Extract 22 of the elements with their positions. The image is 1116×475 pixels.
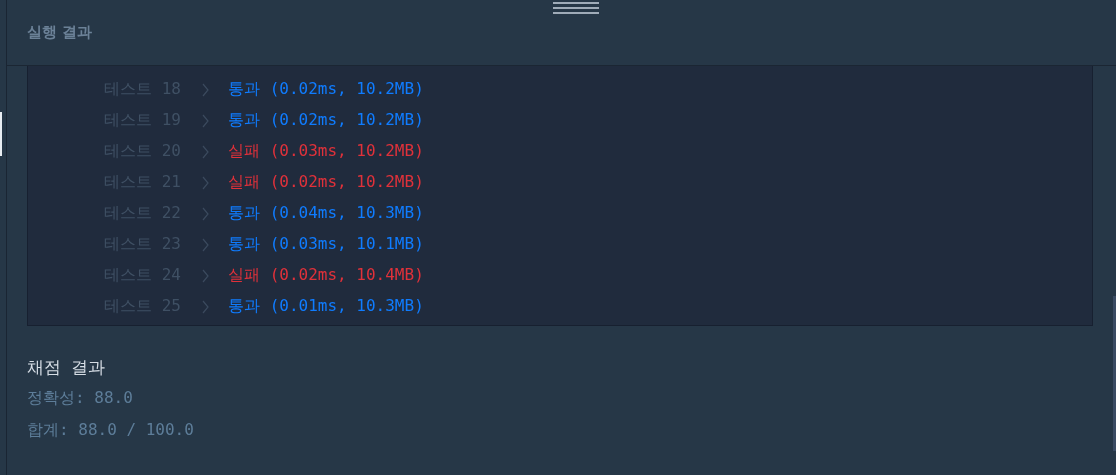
accuracy-text: 정확성: 88.0 [27,386,134,409]
score-title: 채점 결과 [27,356,107,379]
test-result: 실패 (0.03ms, 10.2MB) [228,141,424,162]
test-result: 실패 (0.02ms, 10.2MB) [228,172,424,193]
total-text: 합계: 88.0 / 100.0 [27,418,195,441]
chevron-icon [202,206,209,221]
chevron-icon [202,113,209,128]
test-result: 실패 (0.02ms, 10.4MB) [228,265,424,286]
chevron-icon [202,299,209,314]
edge-marker [0,112,2,156]
test-result: 통과 (0.01ms, 10.3MB) [228,296,424,317]
chevron-icon [202,268,209,283]
test-result: 통과 (0.02ms, 10.2MB) [228,110,424,131]
panel-title: 실행 결과 [27,23,93,42]
resize-handle-icon[interactable] [553,2,599,14]
chevron-icon [202,175,209,190]
test-result: 통과 (0.02ms, 10.2MB) [228,79,424,100]
chevron-icon [202,144,209,159]
test-result: 통과 (0.04ms, 10.3MB) [228,203,424,224]
test-result: 통과 (0.03ms, 10.1MB) [228,234,424,255]
chevron-icon [202,237,209,252]
chevron-icon [202,82,209,97]
